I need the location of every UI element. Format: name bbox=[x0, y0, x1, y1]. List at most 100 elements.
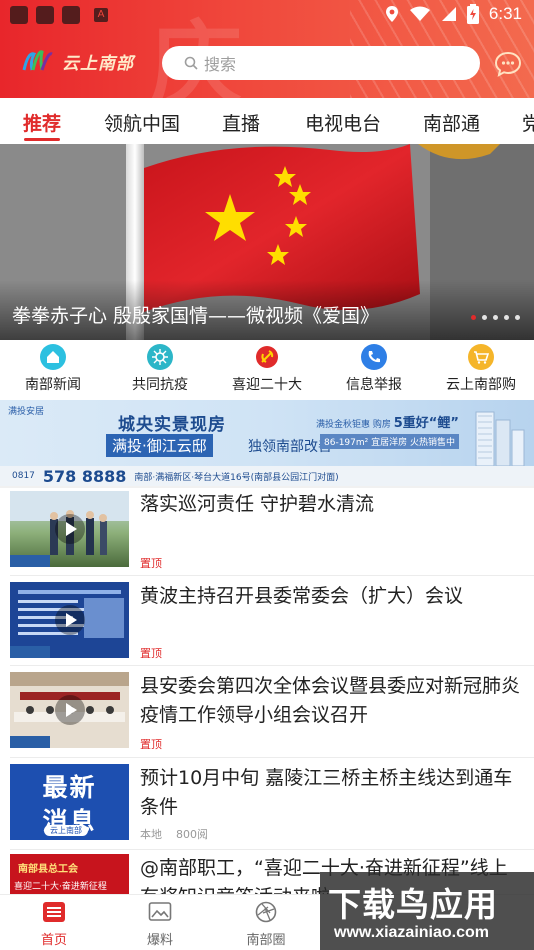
status-icons: 6:31 bbox=[385, 4, 522, 24]
ad-phone: 578 8888 bbox=[42, 466, 127, 486]
news-item[interactable]: 黄波主持召开县委常委会（扩大）会议 置顶 bbox=[0, 576, 534, 666]
tab-tv-radio[interactable]: 电视电台 bbox=[305, 109, 381, 136]
play-icon bbox=[54, 695, 85, 725]
category-tabs: 推荐 领航中国 直播 电视电台 南部通 党 bbox=[0, 98, 534, 144]
ad-promo-text: 满投金秋钜惠 购房 bbox=[316, 420, 391, 430]
search-placeholder: 搜索 bbox=[204, 55, 237, 74]
notification-icon bbox=[36, 6, 54, 24]
ad-headline: 城央实景现房 bbox=[118, 415, 226, 435]
thumb-subline: 喜迎二十大·奋进新征程 bbox=[14, 882, 107, 892]
nav-label: 南部圈 bbox=[246, 933, 286, 948]
status-bar: A 6:31 bbox=[0, 0, 534, 30]
carousel-dot[interactable] bbox=[515, 315, 520, 320]
carousel-dot[interactable] bbox=[504, 315, 509, 320]
quicknav-anti-epidemic[interactable]: 共同抗疫 bbox=[107, 344, 213, 394]
search-icon bbox=[184, 56, 198, 70]
pinned-tag: 置顶 bbox=[140, 647, 162, 660]
quicknav-label: 共同抗疫 bbox=[132, 377, 188, 393]
thumb-headline: 最新 bbox=[42, 773, 97, 802]
nav-tip-off[interactable]: 爆料 bbox=[120, 901, 200, 948]
active-tab-indicator bbox=[24, 138, 60, 141]
news-title: 落实巡河责任 守护碧水清流 bbox=[140, 493, 375, 515]
tab-party[interactable]: 党 bbox=[522, 109, 534, 136]
app-header: 庆 A bbox=[0, 0, 534, 98]
quicknav-nanbu-news[interactable]: 南部新闻 bbox=[0, 344, 106, 394]
app-logo: 云上南部 bbox=[22, 48, 134, 74]
tab-nanbu-tong[interactable]: 南部通 bbox=[423, 109, 480, 136]
virus-icon bbox=[147, 344, 173, 370]
tab-live[interactable]: 直播 bbox=[222, 109, 260, 136]
ad-promo-detail: 86-197m² 宜居洋房 火热销售中 bbox=[320, 434, 459, 449]
news-thumbnail: 最新 消息 云上南部 bbox=[10, 764, 129, 840]
pinned-tag: 置顶 bbox=[140, 738, 162, 751]
message-icon[interactable] bbox=[494, 50, 522, 78]
quicknav-label: 喜迎二十大 bbox=[232, 377, 302, 393]
news-views: 800阅 bbox=[176, 828, 208, 841]
ad-banner[interactable]: 满投安居 城央实景现房 满投·御江云邸 独领南部改善 满投金秋钜惠 购房 5重好… bbox=[0, 400, 534, 486]
news-title: 黄波主持召开县委常委会（扩大）会议 bbox=[140, 585, 464, 607]
quicknav-label: 云上南部购 bbox=[446, 377, 516, 393]
thumb-brand: 云上南部 bbox=[44, 825, 88, 836]
phone-icon bbox=[361, 344, 387, 370]
banner-caption: 拳拳赤子心 殷殷家国情——微视频《爱国》 bbox=[12, 305, 380, 327]
signal-icon bbox=[441, 7, 456, 21]
news-meta: 本地 800阅 bbox=[140, 826, 208, 842]
thumb-headline: 南部县总工会 bbox=[18, 864, 78, 875]
aperture-icon bbox=[255, 901, 277, 923]
watermark: 下载鸟应用 www.xiazainiao.com bbox=[320, 872, 534, 950]
ad-promo: 满投金秋钜惠 购房 5重好“鲤” bbox=[316, 412, 459, 431]
app-name: 云上南部 bbox=[62, 53, 134, 74]
news-item[interactable]: 最新 消息 云上南部 预计10月中旬 嘉陵江三桥主桥主线达到通车条件 本地 80… bbox=[0, 758, 534, 850]
image-icon bbox=[148, 902, 172, 921]
carousel-dot[interactable] bbox=[471, 315, 476, 320]
nav-nanbu-circle[interactable]: 南部圈 bbox=[226, 901, 306, 948]
ad-contact: 0817 578 8888 南部·满福新区·琴台大道16号(南部县公园江门对面) bbox=[0, 466, 534, 486]
quick-nav: 南部新闻 共同抗疫 喜迎二十大 信息举报 云上南部购 bbox=[0, 340, 534, 400]
search-bar[interactable]: 搜索 bbox=[162, 46, 480, 80]
news-title: 预计10月中旬 嘉陵江三桥主桥主线达到通车条件 bbox=[140, 767, 513, 818]
carousel-dot[interactable] bbox=[482, 315, 487, 320]
app-screen: 庆 A bbox=[0, 0, 534, 950]
hero-banner[interactable]: 拳拳赤子心 殷殷家国情——微视频《爱国》 bbox=[0, 144, 534, 340]
quicknav-congress[interactable]: 喜迎二十大 bbox=[214, 344, 320, 394]
carousel-dots bbox=[471, 315, 520, 320]
party-emblem-icon bbox=[254, 344, 280, 370]
quicknav-shop[interactable]: 云上南部购 bbox=[428, 344, 534, 394]
logo-mark-icon bbox=[22, 50, 53, 71]
news-item[interactable]: 县安委会第四次全体会议暨县委应对新冠肺炎疫情工作领导小组会议召开 置顶 bbox=[0, 666, 534, 758]
wifi-icon bbox=[409, 6, 430, 21]
news-thumbnail bbox=[10, 491, 129, 567]
news-thumbnail bbox=[10, 672, 129, 748]
ad-brand: 满投安居 bbox=[8, 407, 45, 417]
play-icon bbox=[54, 605, 85, 635]
clock: 6:31 bbox=[488, 4, 522, 23]
ad-promo-highlight: 5重好“鲤” bbox=[393, 416, 459, 431]
home-icon bbox=[40, 344, 66, 370]
notification-icon bbox=[62, 6, 80, 24]
nav-home[interactable]: 首页 bbox=[14, 901, 94, 948]
building-image bbox=[475, 411, 525, 466]
quicknav-label: 信息举报 bbox=[346, 377, 402, 393]
battery-icon bbox=[466, 4, 479, 24]
carousel-dot[interactable] bbox=[493, 315, 498, 320]
keyboard-icon: A bbox=[94, 8, 108, 22]
news-item[interactable]: 落实巡河责任 守护碧水清流 置顶 bbox=[0, 488, 534, 576]
quicknav-label: 南部新闻 bbox=[25, 377, 81, 393]
cart-icon bbox=[468, 344, 494, 370]
news-source: 本地 bbox=[140, 828, 162, 841]
location-icon bbox=[385, 6, 398, 22]
tab-lead-china[interactable]: 领航中国 bbox=[104, 109, 180, 136]
watermark-url: www.xiazainiao.com bbox=[334, 924, 490, 941]
news-thumbnail bbox=[10, 582, 129, 658]
nav-label: 首页 bbox=[40, 933, 67, 948]
ad-address: 南部·满福新区·琴台大道16号(南部县公园江门对面) bbox=[134, 472, 339, 483]
quicknav-report[interactable]: 信息举报 bbox=[321, 344, 427, 394]
ad-phone-prefix: 0817 bbox=[12, 471, 35, 481]
news-title: 县安委会第四次全体会议暨县委应对新冠肺炎疫情工作领导小组会议召开 bbox=[140, 675, 521, 726]
nav-label: 爆料 bbox=[146, 933, 173, 948]
ad-top: 满投安居 城央实景现房 满投·御江云邸 独领南部改善 满投金秋钜惠 购房 5重好… bbox=[0, 400, 534, 466]
home-list-icon bbox=[43, 902, 65, 922]
news-thumbnail: 南部县总工会 喜迎二十大·奋进新征程 bbox=[10, 854, 129, 894]
notification-icon bbox=[10, 6, 28, 24]
tab-recommend[interactable]: 推荐 bbox=[23, 109, 61, 136]
